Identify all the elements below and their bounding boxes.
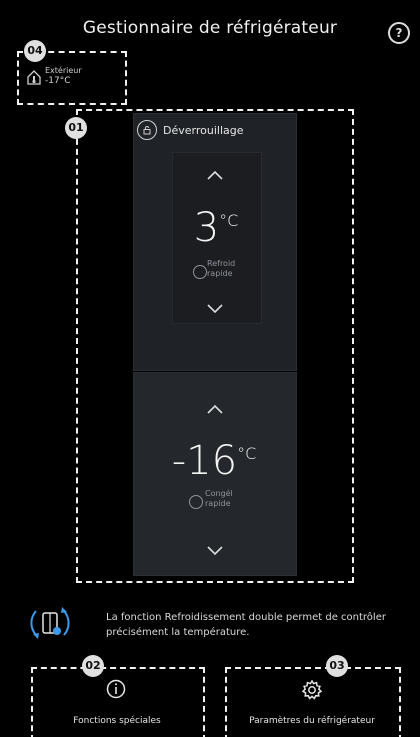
callout-badge-02: 02 <box>82 655 104 677</box>
fridge-mode-label[interactable]: Refroid rapide <box>207 259 235 279</box>
freezer-increase-chevron-up-icon[interactable] <box>204 402 226 416</box>
home-thermometer-icon <box>27 70 41 85</box>
special-functions-label: Fonctions spéciales <box>73 716 161 726</box>
fridge-settings-button[interactable] <box>225 667 401 737</box>
fridge-manager-screen: Gestionnaire de réfrigérateur ? 04 Extér… <box>0 0 420 737</box>
fast-freeze-icon <box>189 495 203 509</box>
fridge-temperature: 3°C <box>193 205 239 251</box>
twin-cooling-icon <box>30 607 70 639</box>
exterior-temperature: -17°C <box>45 76 71 86</box>
exterior-label: Extérieur <box>45 66 82 75</box>
unlock-button[interactable]: Déverrouillage <box>137 118 244 142</box>
info-icon <box>106 679 126 699</box>
page-title: Gestionnaire de réfrigérateur <box>82 18 338 38</box>
twin-cooling-description: La fonction Refroidissement double perme… <box>106 612 386 638</box>
fast-cool-icon <box>193 265 207 279</box>
freezer-mode-label[interactable]: Congél rapide <box>205 489 233 509</box>
fridge-settings-label: Paramètres du réfrigérateur <box>249 716 375 726</box>
gear-icon <box>301 679 323 700</box>
fridge-increase-chevron-up-icon[interactable] <box>204 168 226 182</box>
freezer-decrease-chevron-down-icon[interactable] <box>204 544 226 558</box>
special-functions-button[interactable] <box>31 667 205 737</box>
callout-badge-03: 03 <box>326 655 348 677</box>
callout-badge-04: 04 <box>24 40 46 62</box>
freezer-temperature: -16°C <box>171 438 257 484</box>
unlock-icon <box>137 120 157 140</box>
callout-badge-01: 01 <box>65 117 87 139</box>
fridge-decrease-chevron-down-icon[interactable] <box>204 302 226 316</box>
help-button[interactable]: ? <box>388 22 410 44</box>
unlock-label: Déverrouillage <box>163 123 244 137</box>
